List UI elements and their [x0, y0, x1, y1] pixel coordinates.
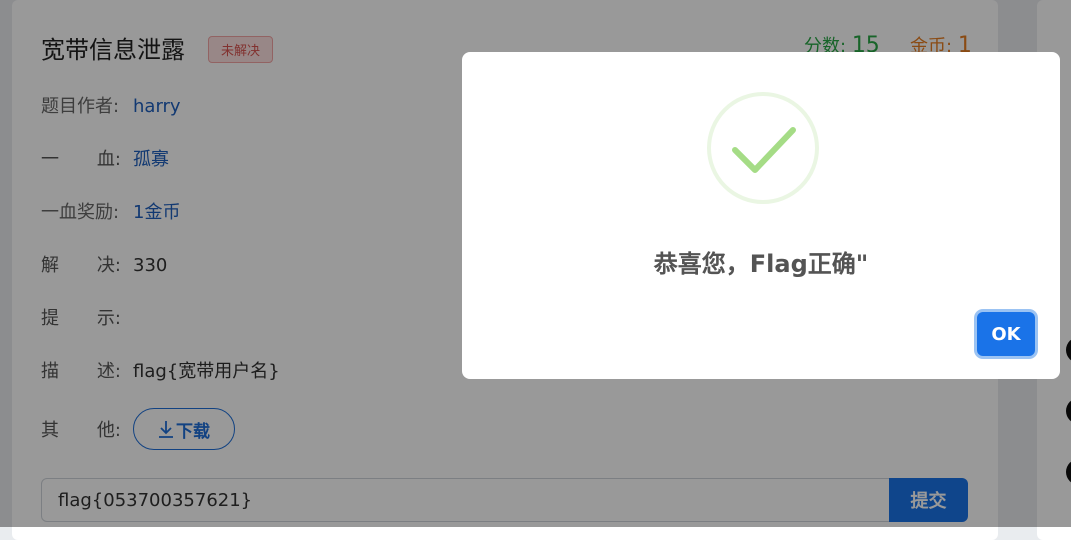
check-icon [732, 127, 796, 173]
dialog-message: 恭喜您，Flag正确" [653, 250, 869, 278]
success-dialog: 恭喜您，Flag正确" OK [462, 52, 1060, 379]
ok-button[interactable]: OK [977, 312, 1035, 356]
success-circle [707, 92, 819, 204]
